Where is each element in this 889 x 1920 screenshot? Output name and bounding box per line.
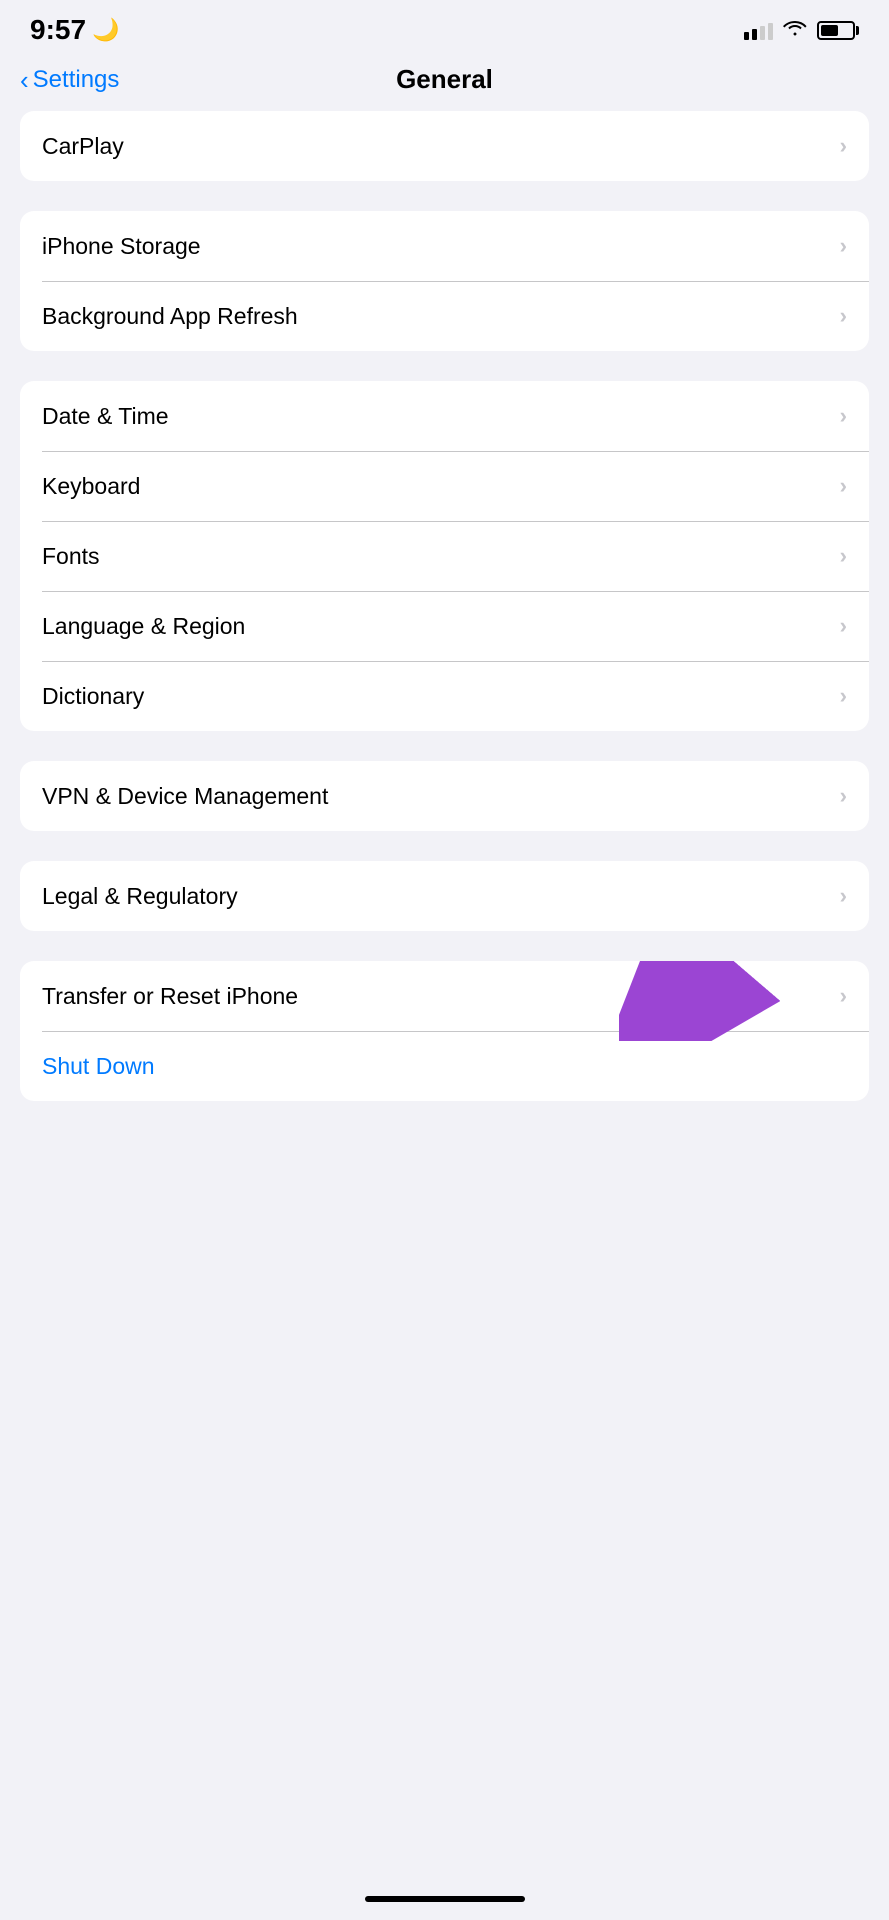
chevron-right-icon: › (840, 983, 847, 1009)
row-label: CarPlay (42, 133, 124, 160)
list-item[interactable]: VPN & Device Management › (20, 761, 869, 831)
row-label: Dictionary (42, 683, 144, 710)
chevron-right-icon: › (840, 783, 847, 809)
row-label: Shut Down (42, 1053, 155, 1080)
row-label: Fonts (42, 543, 100, 570)
list-item[interactable]: Background App Refresh › (20, 281, 869, 351)
legal-group: Legal & Regulatory › (20, 861, 869, 931)
list-item[interactable]: Keyboard › (20, 451, 869, 521)
list-item[interactable]: iPhone Storage › (20, 211, 869, 281)
chevron-right-icon: › (840, 613, 847, 639)
list-item[interactable]: Dictionary › (20, 661, 869, 731)
storage-group: iPhone Storage › Background App Refresh … (20, 211, 869, 351)
time-display: 9:57 🌙 (30, 14, 119, 46)
home-indicator (365, 1896, 525, 1902)
wifi-icon (783, 18, 807, 42)
chevron-right-icon: › (840, 403, 847, 429)
time-text: 9:57 (30, 14, 86, 46)
chevron-right-icon: › (840, 303, 847, 329)
back-label: Settings (33, 66, 120, 94)
chevron-right-icon: › (840, 543, 847, 569)
shut-down-row[interactable]: Shut Down (20, 1031, 869, 1101)
row-label: Background App Refresh (42, 303, 298, 330)
chevron-right-icon: › (840, 473, 847, 499)
list-item[interactable]: Fonts › (20, 521, 869, 591)
datetime-group: Date & Time › Keyboard › Fonts › Languag… (20, 381, 869, 731)
list-item[interactable]: Date & Time › (20, 381, 869, 451)
signal-icon (744, 20, 773, 40)
list-item[interactable]: Language & Region › (20, 591, 869, 661)
content-area: CarPlay › iPhone Storage › Background Ap… (0, 111, 889, 1101)
row-label: Transfer or Reset iPhone (42, 983, 298, 1010)
reset-group: Transfer or Reset iPhone › Shut Down (20, 961, 869, 1101)
row-label: Keyboard (42, 473, 140, 500)
chevron-right-icon: › (840, 133, 847, 159)
battery-icon (817, 21, 859, 40)
chevron-right-icon: › (840, 883, 847, 909)
back-chevron-icon: ‹ (20, 67, 29, 93)
vpn-group: VPN & Device Management › (20, 761, 869, 831)
transfer-reset-row[interactable]: Transfer or Reset iPhone › (20, 961, 869, 1031)
row-label: Date & Time (42, 403, 169, 430)
back-button[interactable]: ‹ Settings (20, 66, 119, 94)
row-label: Legal & Regulatory (42, 883, 238, 910)
moon-icon: 🌙 (92, 17, 119, 43)
chevron-right-icon: › (840, 233, 847, 259)
page-title: General (396, 64, 493, 95)
carplay-group: CarPlay › (20, 111, 869, 181)
row-label: VPN & Device Management (42, 783, 328, 810)
list-item[interactable]: Legal & Regulatory › (20, 861, 869, 931)
row-label: iPhone Storage (42, 233, 201, 260)
nav-bar: ‹ Settings General (0, 54, 889, 111)
row-label: Language & Region (42, 613, 245, 640)
status-bar: 9:57 🌙 (0, 0, 889, 54)
status-icons (744, 18, 859, 42)
list-item[interactable]: CarPlay › (20, 111, 869, 181)
chevron-right-icon: › (840, 683, 847, 709)
